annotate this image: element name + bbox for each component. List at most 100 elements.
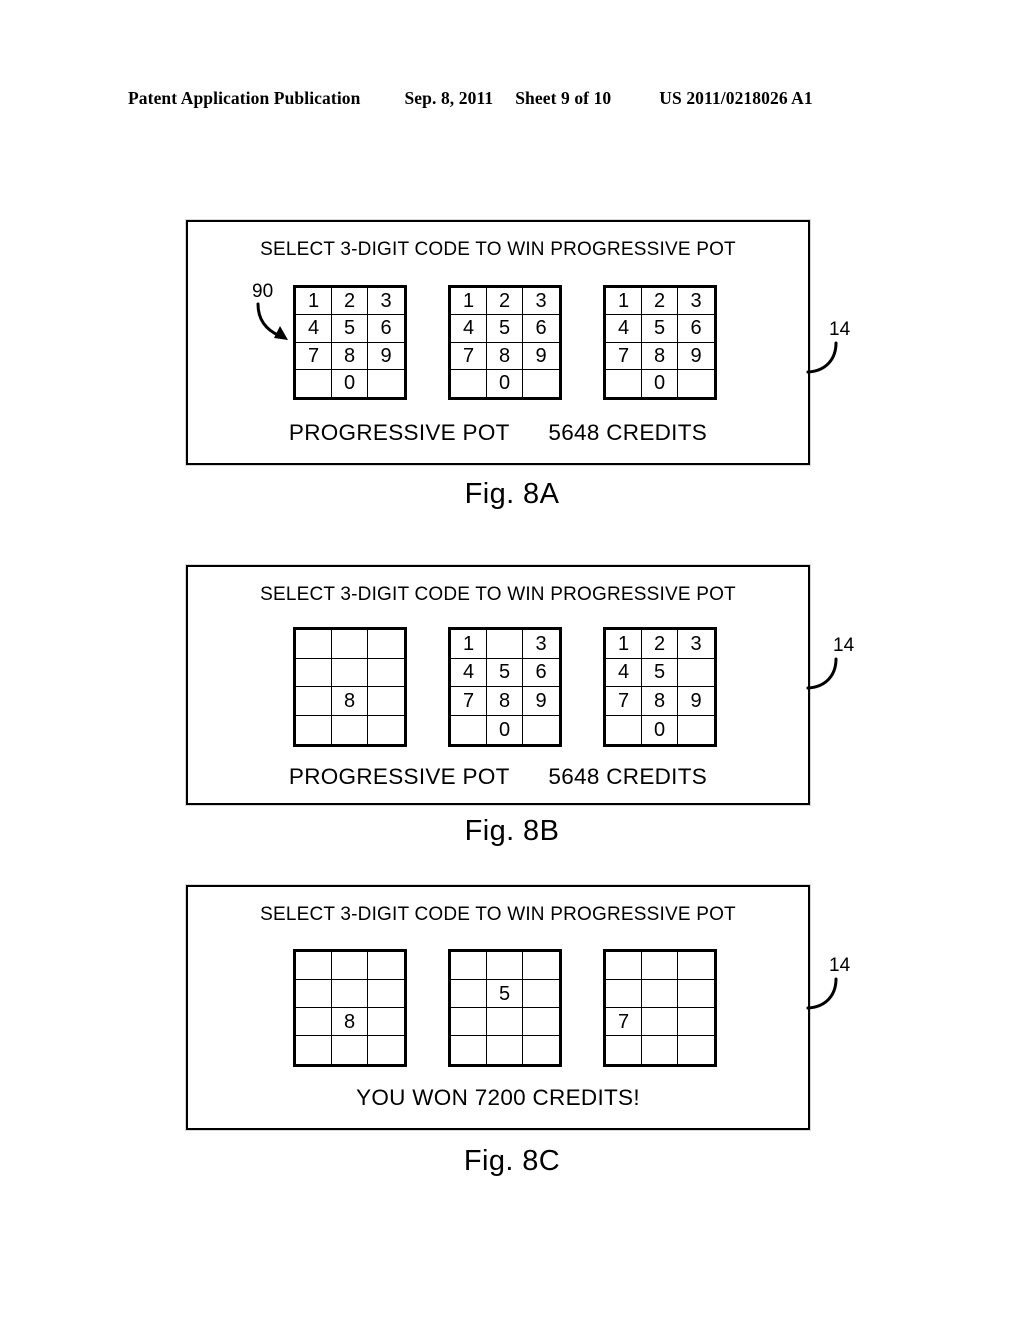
keypad-cell[interactable]: 5	[332, 315, 368, 343]
keypad-cell[interactable]	[642, 952, 678, 980]
keypad-cell[interactable]	[332, 715, 368, 744]
keypad-cell[interactable]	[606, 715, 642, 744]
keypad-cell[interactable]: 2	[332, 288, 368, 316]
keypad-cell[interactable]: 7	[606, 687, 642, 716]
keypad-cell[interactable]	[296, 630, 332, 659]
keypad-1[interactable]: 8	[293, 627, 407, 747]
keypad-cell[interactable]	[642, 1008, 678, 1036]
keypad-cell[interactable]	[332, 1036, 368, 1064]
keypad-cell[interactable]	[332, 658, 368, 687]
keypad-cell[interactable]: 8	[332, 687, 368, 716]
keypad-cell[interactable]: 2	[642, 288, 678, 316]
keypad-cell[interactable]	[368, 659, 404, 687]
keypad-cell[interactable]	[487, 1008, 523, 1036]
keypad-cell[interactable]: 4	[606, 658, 642, 687]
keypad-cell[interactable]: 1	[451, 288, 487, 316]
keypad-cell[interactable]	[296, 715, 332, 744]
keypad-cell[interactable]	[606, 952, 642, 980]
keypad-cell[interactable]: 7	[606, 342, 642, 370]
keypad-cell[interactable]	[296, 658, 332, 687]
keypad-cell[interactable]	[368, 952, 404, 980]
keypad-2[interactable]: 1 2 3 4 5 6 7 8 9 0	[448, 285, 562, 400]
keypad-2[interactable]: 5	[448, 949, 562, 1067]
keypad-cell[interactable]: 7	[451, 342, 487, 370]
keypad-cell[interactable]	[296, 687, 332, 716]
keypad-cell[interactable]	[523, 1036, 559, 1064]
keypad-cell[interactable]: 4	[451, 315, 487, 343]
keypad-cell[interactable]: 8	[642, 342, 678, 370]
keypad-cell[interactable]	[606, 980, 642, 1008]
keypad-cell[interactable]: 5	[487, 315, 523, 343]
keypad-cell[interactable]: 6	[678, 315, 714, 343]
keypad-cell[interactable]: 9	[523, 343, 559, 370]
keypad-cell[interactable]: 2	[642, 630, 678, 659]
keypad-cell[interactable]	[451, 952, 487, 980]
keypad-cell[interactable]: 3	[678, 288, 714, 316]
keypad-cell[interactable]: 5	[487, 658, 523, 687]
keypad-cell[interactable]	[523, 1008, 559, 1036]
keypad-cell[interactable]: 9	[678, 343, 714, 370]
keypad-cell[interactable]	[368, 1036, 404, 1064]
keypad-3[interactable]: 7	[603, 949, 717, 1067]
keypad-cell[interactable]	[642, 980, 678, 1008]
keypad-cell[interactable]: 8	[642, 687, 678, 716]
keypad-cell[interactable]: 2	[487, 288, 523, 316]
keypad-cell[interactable]	[487, 952, 523, 980]
keypad-cell[interactable]	[523, 370, 559, 397]
keypad-1[interactable]: 8	[293, 949, 407, 1067]
keypad-cell[interactable]	[451, 1036, 487, 1064]
keypad-cell[interactable]: 0	[487, 369, 523, 397]
keypad-cell[interactable]: 4	[451, 658, 487, 687]
keypad-cell[interactable]: 3	[523, 630, 559, 659]
keypad-cell[interactable]	[332, 630, 368, 659]
keypad-cell[interactable]: 5	[642, 315, 678, 343]
keypad-cell[interactable]: 6	[523, 315, 559, 343]
keypad-cell[interactable]	[451, 1008, 487, 1036]
keypad-cell[interactable]: 4	[606, 315, 642, 343]
keypad-cell[interactable]	[368, 370, 404, 397]
keypad-cell[interactable]: 8	[332, 1008, 368, 1036]
keypad-cell[interactable]	[451, 369, 487, 397]
keypad-cell[interactable]	[487, 1036, 523, 1064]
keypad-cell[interactable]	[487, 630, 523, 659]
keypad-cell[interactable]	[332, 952, 368, 980]
keypad-cell[interactable]: 8	[487, 342, 523, 370]
keypad-3[interactable]: 1 2 3 4 5 6 7 8 9 0	[603, 285, 717, 400]
keypad-cell[interactable]: 0	[642, 369, 678, 397]
keypad-cell[interactable]	[368, 630, 404, 659]
keypad-cell[interactable]	[332, 980, 368, 1008]
keypad-cell[interactable]: 5	[642, 658, 678, 687]
keypad-cell[interactable]: 3	[368, 288, 404, 316]
keypad-cell[interactable]	[296, 1008, 332, 1036]
keypad-cell[interactable]: 3	[678, 630, 714, 659]
keypad-cell[interactable]: 0	[642, 715, 678, 744]
keypad-cell[interactable]	[451, 715, 487, 744]
keypad-cell[interactable]: 7	[451, 687, 487, 716]
keypad-cell[interactable]	[678, 1008, 714, 1036]
keypad-cell[interactable]	[368, 1008, 404, 1036]
keypad-cell[interactable]	[296, 980, 332, 1008]
keypad-cell[interactable]	[678, 716, 714, 745]
keypad-cell[interactable]	[368, 980, 404, 1008]
keypad-cell[interactable]	[678, 980, 714, 1008]
keypad-cell[interactable]	[606, 369, 642, 397]
keypad-cell[interactable]	[296, 952, 332, 980]
keypad-cell[interactable]: 1	[451, 630, 487, 659]
keypad-cell[interactable]	[606, 1036, 642, 1064]
keypad-cell[interactable]	[523, 980, 559, 1008]
keypad-cell[interactable]	[678, 659, 714, 687]
keypad-cell[interactable]	[678, 370, 714, 397]
keypad-cell[interactable]: 0	[332, 369, 368, 397]
keypad-cell[interactable]: 9	[368, 343, 404, 370]
keypad-1[interactable]: 1 2 3 4 5 6 7 8 9 0	[293, 285, 407, 400]
keypad-3[interactable]: 1 2 3 4 5 7 8 9 0	[603, 627, 717, 747]
keypad-cell[interactable]: 0	[487, 715, 523, 744]
keypad-cell[interactable]: 9	[678, 687, 714, 716]
keypad-cell[interactable]	[296, 369, 332, 397]
keypad-cell[interactable]: 8	[332, 342, 368, 370]
keypad-2[interactable]: 1 3 4 5 6 7 8 9 0	[448, 627, 562, 747]
keypad-cell[interactable]	[368, 716, 404, 745]
keypad-cell[interactable]	[678, 952, 714, 980]
keypad-cell[interactable]: 6	[368, 315, 404, 343]
keypad-cell[interactable]: 6	[523, 659, 559, 687]
